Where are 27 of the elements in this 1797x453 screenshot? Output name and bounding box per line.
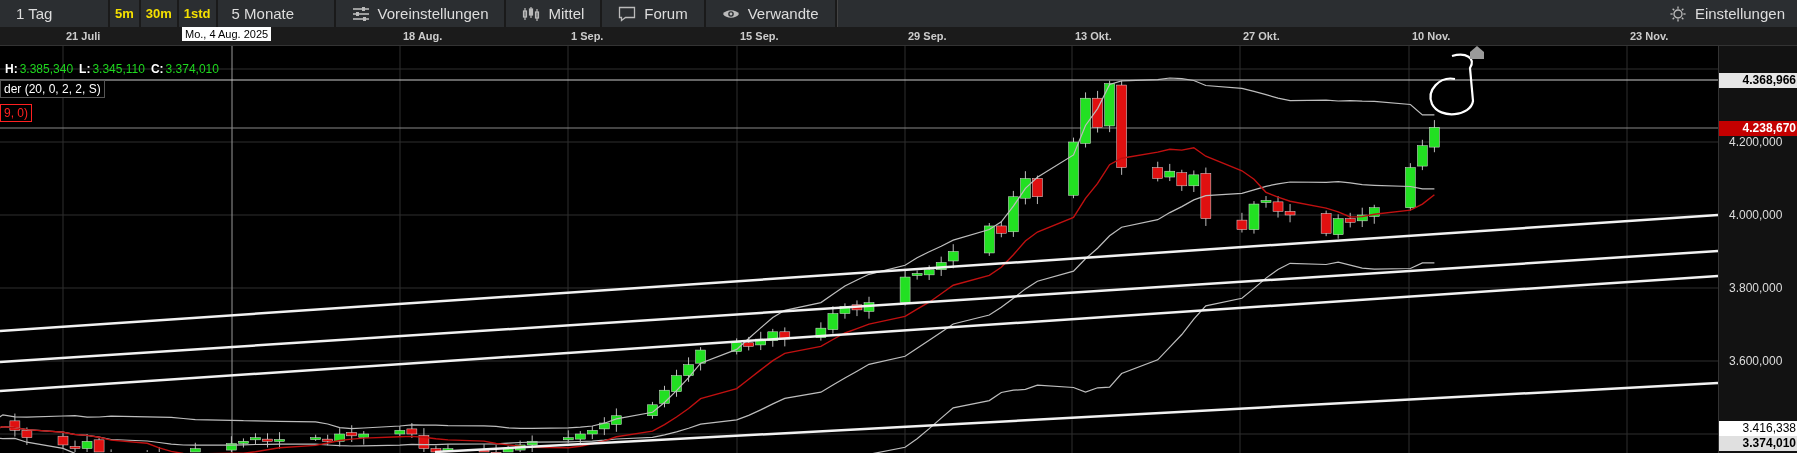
date-label: 10 Nov.: [1412, 30, 1451, 42]
candlestick-icon: [522, 5, 541, 22]
indicator-label: der (20, 0, 2, 2, S): [0, 80, 105, 98]
price-tick-label: 3.800,000: [1729, 282, 1783, 295]
price-marker: 3.374,010: [1719, 436, 1797, 451]
settings-icon: [1668, 5, 1687, 22]
cursor-date-label: Mo., 4 Aug. 2025: [182, 27, 272, 41]
price-marker: 3.416,338: [1719, 421, 1797, 436]
price-tick-label: 4.200,000: [1729, 136, 1783, 149]
ohlc-value: L: 3.345,110: [79, 62, 145, 76]
sliders-icon: [351, 5, 370, 22]
date-label: 1 Sep.: [571, 30, 604, 42]
price-tick-label: 3.600,000: [1729, 355, 1783, 368]
date-label: 23 Nov.: [1630, 30, 1669, 42]
date-label: 29 Sep.: [908, 30, 947, 42]
date-label: 27 Okt.: [1243, 30, 1280, 42]
price-marker: 4.368,966: [1719, 73, 1797, 88]
ohlc-value: H: 3.385,340: [5, 62, 74, 76]
ohlc-value: C: 3.374,010: [150, 62, 219, 76]
date-label: 21 Juli: [66, 30, 101, 42]
indicator-label: 9, 0): [0, 104, 32, 122]
date-label: 18 Aug.: [403, 30, 443, 42]
speech-bubble-icon: [618, 5, 637, 22]
price-tick-label: 4.000,000: [1729, 209, 1783, 222]
date-label: 15 Sep.: [740, 30, 779, 42]
date-label: 13 Okt.: [1075, 30, 1112, 42]
price-marker: 4.238,670: [1719, 121, 1797, 136]
